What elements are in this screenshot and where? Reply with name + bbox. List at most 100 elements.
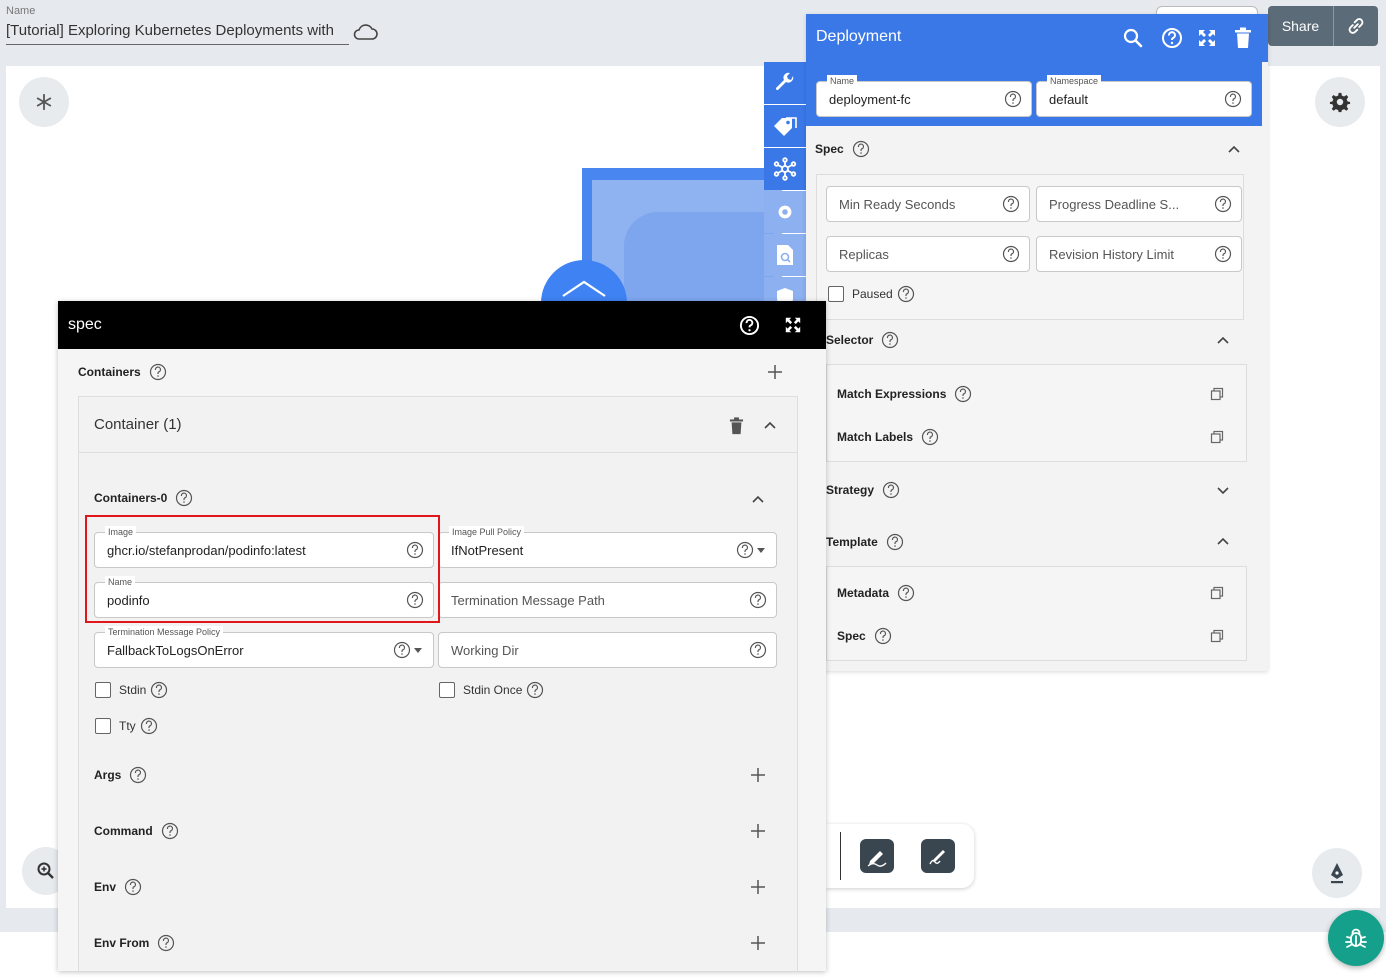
copy-icon[interactable] (1210, 430, 1224, 444)
tab-labels[interactable] (764, 105, 806, 147)
help-icon[interactable] (1002, 195, 1020, 213)
help-icon[interactable] (140, 717, 158, 735)
help-icon[interactable] (1214, 195, 1232, 213)
help-icon[interactable] (882, 481, 900, 499)
help-icon[interactable] (393, 641, 411, 659)
paused-checkbox[interactable]: Paused (828, 285, 915, 303)
fullscreen-icon[interactable] (784, 316, 802, 334)
help-icon[interactable] (150, 681, 168, 699)
add-container-plus-icon[interactable] (767, 364, 783, 380)
help-icon[interactable] (749, 641, 767, 659)
image-pull-policy-select[interactable]: Image Pull Policy IfNotPresent (438, 526, 777, 568)
name-field[interactable]: Name deployment-fc (816, 75, 1032, 117)
help-icon[interactable] (739, 315, 760, 336)
min-ready-seconds-field[interactable]: Min Ready Seconds (826, 186, 1030, 222)
copy-icon[interactable] (1210, 586, 1224, 600)
layout-button[interactable] (19, 77, 69, 127)
search-icon[interactable] (1122, 27, 1144, 49)
chevron-up-icon[interactable] (1227, 142, 1241, 156)
progress-deadline-field[interactable]: Progress Deadline S... (1036, 186, 1242, 222)
help-icon[interactable] (886, 533, 904, 551)
help-icon[interactable] (736, 541, 754, 559)
template-section-label[interactable]: Template (826, 533, 904, 551)
tty-checkbox[interactable]: Tty (95, 717, 158, 735)
stdin-checkbox[interactable]: Stdin (95, 681, 168, 699)
args-section-label[interactable]: Args (94, 766, 147, 784)
signature-icon (926, 844, 950, 868)
help-icon[interactable] (124, 878, 142, 896)
report-bug-button[interactable] (1328, 910, 1384, 966)
dropdown-arrow-icon[interactable] (756, 545, 766, 555)
working-dir-field[interactable]: Working Dir (438, 632, 777, 668)
chevron-up-icon[interactable] (1216, 534, 1230, 548)
add-env-from-plus-icon[interactable] (750, 935, 766, 951)
chevron-down-icon[interactable] (1216, 483, 1230, 497)
help-icon[interactable] (897, 285, 915, 303)
strategy-section-label[interactable]: Strategy (826, 481, 900, 499)
termination-message-path-field[interactable]: Termination Message Path (438, 582, 777, 618)
help-icon[interactable] (157, 934, 175, 952)
signature-draw-button[interactable] (921, 839, 955, 873)
help-icon[interactable] (954, 385, 972, 403)
match-expressions-row[interactable]: Match Expressions (837, 385, 972, 403)
chevron-up-icon[interactable] (763, 418, 777, 432)
command-section-label[interactable]: Command (94, 822, 179, 840)
design-name-input[interactable]: [Tutorial] Exploring Kubernetes Deployme… (6, 22, 349, 45)
help-icon[interactable] (161, 822, 179, 840)
template-spec-row[interactable]: Spec (837, 627, 892, 645)
tag-icon (772, 115, 798, 137)
containers-0-label[interactable]: Containers-0 (94, 489, 193, 507)
dropdown-arrow-icon[interactable] (413, 645, 423, 655)
add-command-plus-icon[interactable] (750, 823, 766, 839)
chevron-up-icon[interactable] (751, 492, 765, 506)
trash-icon[interactable] (1234, 27, 1252, 49)
help-icon[interactable] (1002, 245, 1020, 263)
containers-section-label[interactable]: Containers (78, 363, 167, 381)
stdin-once-checkbox[interactable]: Stdin Once (439, 681, 544, 699)
help-icon[interactable] (526, 681, 544, 699)
match-labels-row[interactable]: Match Labels (837, 428, 939, 446)
copy-icon[interactable] (1210, 387, 1224, 401)
termination-message-policy-select[interactable]: Termination Message Policy FallbackToLog… (94, 626, 434, 668)
help-icon[interactable] (1214, 245, 1232, 263)
chevron-up-icon[interactable] (1216, 333, 1230, 347)
spec-section-label[interactable]: Spec (815, 140, 870, 158)
pen-tool-button[interactable] (1312, 848, 1362, 898)
tab-relationships[interactable] (764, 148, 806, 190)
help-icon[interactable] (1161, 27, 1183, 49)
copy-link-button[interactable] (1334, 6, 1378, 46)
fullscreen-icon[interactable] (1197, 28, 1217, 48)
help-icon[interactable] (129, 766, 147, 784)
help-icon[interactable] (874, 627, 892, 645)
highlight-box (85, 515, 440, 623)
cloud-icon[interactable] (352, 22, 378, 42)
env-section-label[interactable]: Env (94, 878, 142, 896)
share-button[interactable]: Share (1268, 6, 1334, 46)
canvas-settings-button[interactable] (1315, 77, 1365, 127)
env-from-section-label[interactable]: Env From (94, 934, 175, 952)
help-icon[interactable] (921, 428, 939, 446)
help-icon[interactable] (1004, 90, 1022, 108)
copy-icon[interactable] (1210, 629, 1224, 643)
help-icon[interactable] (749, 591, 767, 609)
help-icon[interactable] (175, 489, 193, 507)
tab-configure[interactable] (764, 62, 806, 104)
namespace-field[interactable]: Namespace default (1036, 75, 1252, 117)
tab-settings[interactable] (764, 191, 806, 233)
help-icon[interactable] (149, 363, 167, 381)
trash-icon[interactable] (729, 417, 744, 435)
add-args-plus-icon[interactable] (750, 767, 766, 783)
divider (79, 452, 797, 453)
help-icon[interactable] (852, 140, 870, 158)
revision-history-limit-field[interactable]: Revision History Limit (1036, 236, 1242, 272)
metadata-row[interactable]: Metadata (837, 584, 915, 602)
freehand-draw-button[interactable] (860, 839, 894, 873)
help-icon[interactable] (897, 584, 915, 602)
help-icon[interactable] (881, 331, 899, 349)
help-icon[interactable] (1224, 90, 1242, 108)
selector-section-label[interactable]: Selector (826, 331, 899, 349)
tab-inspect[interactable] (764, 234, 806, 276)
replicas-field[interactable]: Replicas (826, 236, 1030, 272)
name-value: deployment-fc (829, 92, 911, 107)
add-env-plus-icon[interactable] (750, 879, 766, 895)
